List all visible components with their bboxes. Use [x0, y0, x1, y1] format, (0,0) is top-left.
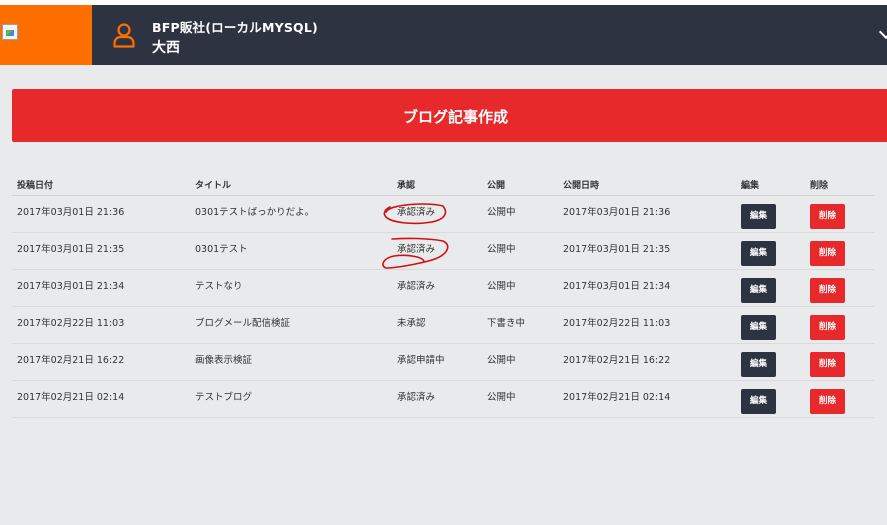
- approval-status: 承認申請中: [392, 343, 482, 381]
- publish-status: 公開中: [482, 380, 558, 418]
- publish-status: 公開中: [482, 232, 558, 270]
- logo-area[interactable]: [0, 5, 92, 65]
- delete-button[interactable]: 削除: [810, 204, 845, 229]
- company-name: BFP販社(ローカルMYSQL): [152, 20, 318, 35]
- edit-cell: 編集: [736, 195, 805, 233]
- post-title: テストなり: [190, 269, 392, 307]
- posted-date: 2017年03月01日 21:35: [12, 232, 190, 270]
- approval-status: 承認済み: [392, 232, 482, 270]
- column-header-title: タイトル: [190, 174, 392, 196]
- posted-date: 2017年02月22日 11:03: [12, 306, 190, 344]
- edit-button[interactable]: 編集: [741, 315, 776, 340]
- create-blog-post-button[interactable]: ブログ記事作成: [12, 89, 887, 142]
- edit-cell: 編集: [736, 306, 805, 344]
- post-title: 0301テスト: [190, 232, 392, 270]
- post-title: 画像表示検証: [190, 343, 392, 381]
- column-header-edit: 編集: [736, 174, 805, 196]
- delete-cell: 削除: [805, 306, 874, 344]
- published-date: 2017年02月21日 16:22: [558, 343, 736, 381]
- publish-status: 公開中: [482, 269, 558, 307]
- user-name: 大西: [152, 40, 180, 56]
- delete-cell: 削除: [805, 343, 874, 381]
- edit-button[interactable]: 編集: [741, 352, 776, 377]
- approval-status: 承認済み: [392, 195, 482, 233]
- edit-button[interactable]: 編集: [741, 241, 776, 266]
- chevron-down-icon[interactable]: [878, 24, 887, 40]
- table-header-row: 投稿日付 タイトル 承認 公開 公開日時 編集 削除: [12, 174, 874, 196]
- table-row: 2017年02月21日 02:14 テストブログ 承認済み 公開中 2017年0…: [12, 380, 874, 418]
- app-header: BFP販社(ローカルMYSQL) 大西: [0, 5, 887, 65]
- column-header-posted: 投稿日付: [12, 174, 190, 196]
- delete-button[interactable]: 削除: [810, 241, 845, 266]
- edit-cell: 編集: [736, 269, 805, 307]
- column-header-status: 公開: [482, 174, 558, 196]
- user-icon: [113, 23, 135, 48]
- delete-button[interactable]: 削除: [810, 352, 845, 377]
- edit-button[interactable]: 編集: [741, 389, 776, 414]
- table-row: 2017年02月21日 16:22 画像表示検証 承認申請中 公開中 2017年…: [12, 343, 874, 381]
- published-date: 2017年03月01日 21:36: [558, 195, 736, 233]
- column-header-published: 公開日時: [558, 174, 736, 196]
- edit-cell: 編集: [736, 232, 805, 270]
- broken-image-icon: [2, 24, 18, 40]
- delete-cell: 削除: [805, 380, 874, 418]
- posted-date: 2017年02月21日 16:22: [12, 343, 190, 381]
- approval-status: 承認済み: [392, 380, 482, 418]
- delete-cell: 削除: [805, 232, 874, 270]
- publish-status: 下書き中: [482, 306, 558, 344]
- edit-cell: 編集: [736, 380, 805, 418]
- delete-cell: 削除: [805, 195, 874, 233]
- approval-status: 未承認: [392, 306, 482, 344]
- publish-status: 公開中: [482, 195, 558, 233]
- table-row: 2017年02月22日 11:03 ブログメール配信検証 未承認 下書き中 20…: [12, 306, 874, 344]
- posted-date: 2017年03月01日 21:36: [12, 195, 190, 233]
- post-title: 0301テストばっかりだよ。: [190, 195, 392, 233]
- create-blog-post-label: ブログ記事作成: [403, 108, 509, 126]
- edit-button[interactable]: 編集: [741, 278, 776, 303]
- column-header-approval: 承認: [392, 174, 482, 196]
- table-row: 2017年03月01日 21:36 0301テストばっかりだよ。 承認済み 公開…: [12, 195, 874, 233]
- table-row: 2017年03月01日 21:34 テストなり 承認済み 公開中 2017年03…: [12, 269, 874, 307]
- post-title: ブログメール配信検証: [190, 306, 392, 344]
- published-date: 2017年02月21日 02:14: [558, 380, 736, 418]
- blog-post-table: 投稿日付 タイトル 承認 公開 公開日時 編集 削除 2017年03月01日 2…: [12, 174, 874, 418]
- post-title: テストブログ: [190, 380, 392, 418]
- publish-status: 公開中: [482, 343, 558, 381]
- published-date: 2017年03月01日 21:34: [558, 269, 736, 307]
- table-row: 2017年03月01日 21:35 0301テスト 承認済み 公開中 2017年…: [12, 232, 874, 270]
- approval-status: 承認済み: [392, 269, 482, 307]
- posted-date: 2017年03月01日 21:34: [12, 269, 190, 307]
- published-date: 2017年03月01日 21:35: [558, 232, 736, 270]
- user-bar[interactable]: BFP販社(ローカルMYSQL) 大西: [92, 5, 887, 65]
- delete-button[interactable]: 削除: [810, 278, 845, 303]
- delete-button[interactable]: 削除: [810, 389, 845, 414]
- column-header-delete: 削除: [805, 174, 874, 196]
- edit-button[interactable]: 編集: [741, 204, 776, 229]
- published-date: 2017年02月22日 11:03: [558, 306, 736, 344]
- posted-date: 2017年02月21日 02:14: [12, 380, 190, 418]
- edit-cell: 編集: [736, 343, 805, 381]
- delete-button[interactable]: 削除: [810, 315, 845, 340]
- delete-cell: 削除: [805, 269, 874, 307]
